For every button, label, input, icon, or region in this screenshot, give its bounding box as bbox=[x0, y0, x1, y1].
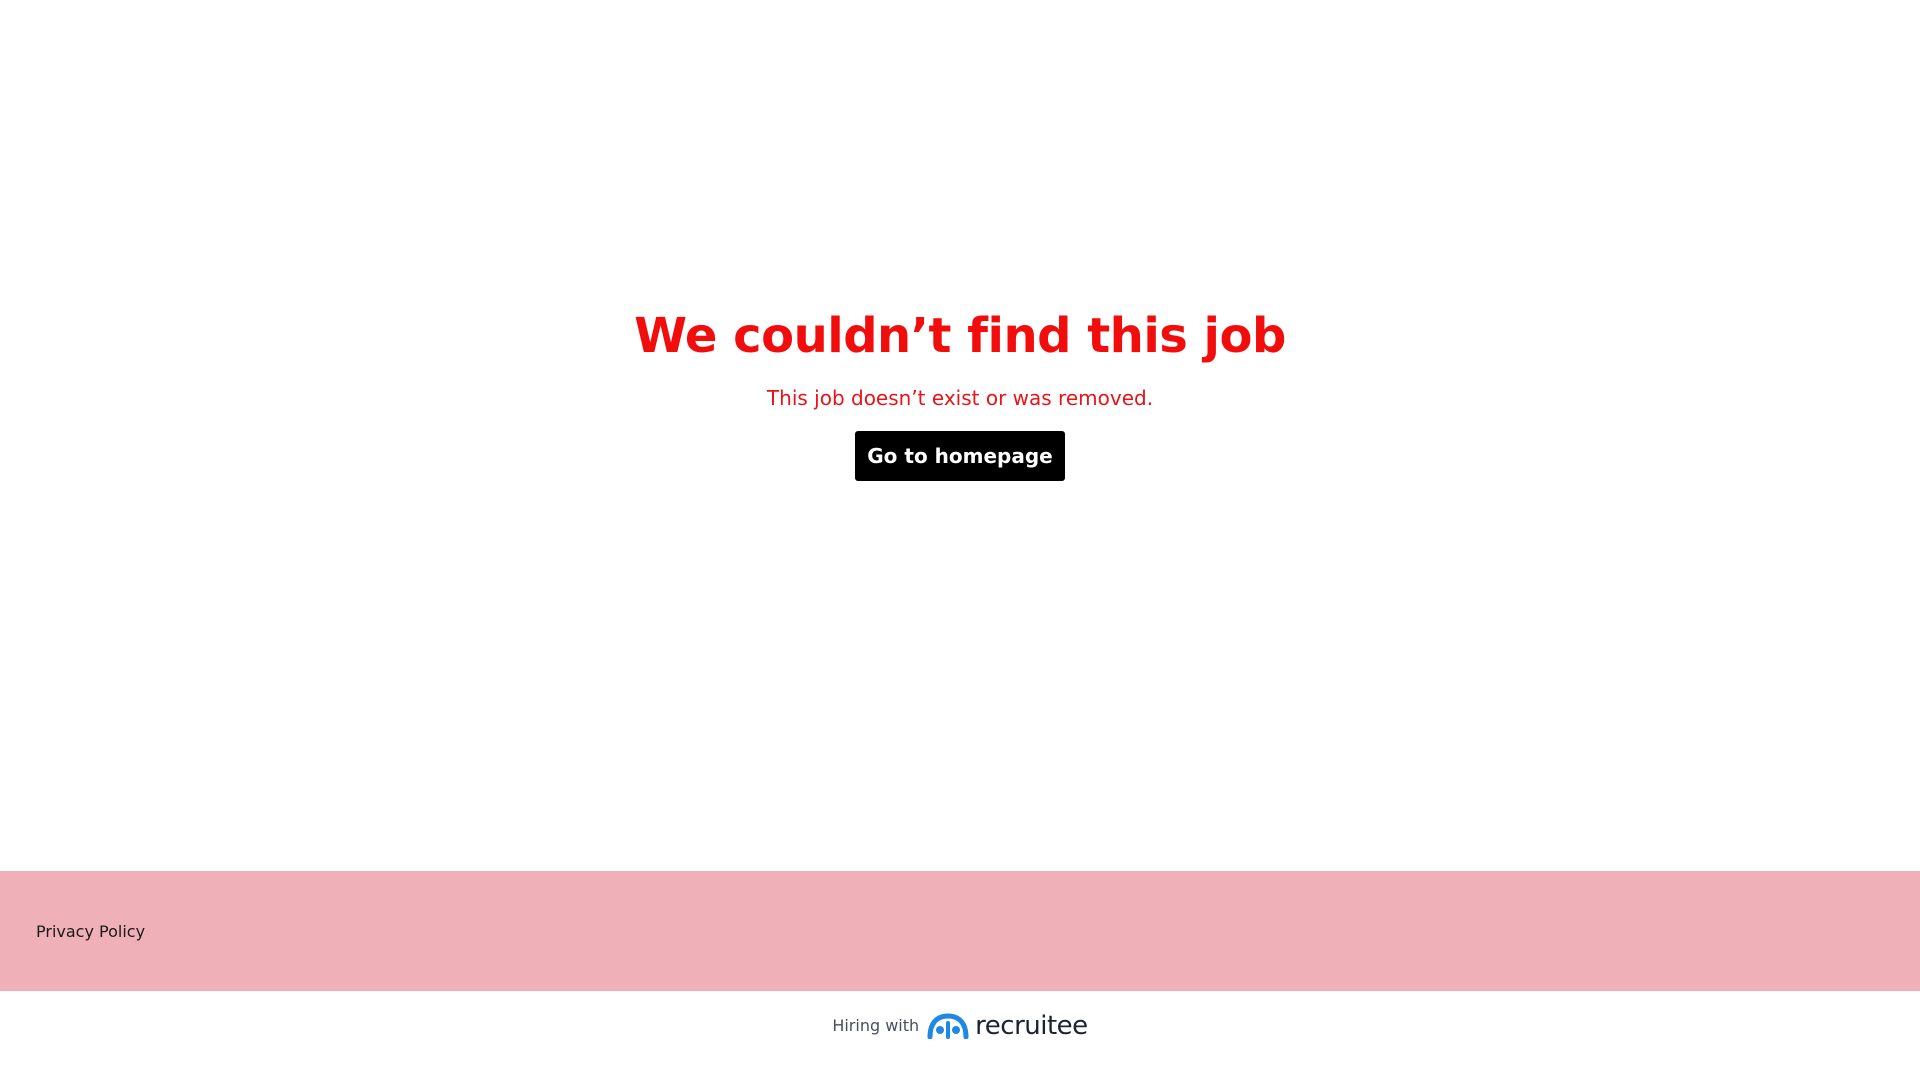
recruitee-logo-link[interactable]: recruitee bbox=[927, 1011, 1088, 1041]
page-subtitle: This job doesn’t exist or was removed. bbox=[766, 386, 1154, 410]
recruitee-logo-icon bbox=[927, 1012, 969, 1039]
powered-by-bar: Hiring with recruitee bbox=[0, 991, 1920, 1080]
footer: Privacy Policy bbox=[0, 871, 1920, 991]
privacy-policy-link[interactable]: Privacy Policy bbox=[36, 922, 145, 941]
main-content: We couldn’t find this job This job doesn… bbox=[0, 0, 1920, 871]
go-to-homepage-button[interactable]: Go to homepage bbox=[855, 431, 1065, 481]
page: We couldn’t find this job This job doesn… bbox=[0, 0, 1920, 1080]
powered-by: Hiring with recruitee bbox=[832, 1011, 1088, 1041]
page-title: We couldn’t find this job bbox=[634, 308, 1286, 364]
recruitee-wordmark: recruitee bbox=[975, 1010, 1088, 1041]
hiring-with-text: Hiring with bbox=[832, 1016, 920, 1035]
